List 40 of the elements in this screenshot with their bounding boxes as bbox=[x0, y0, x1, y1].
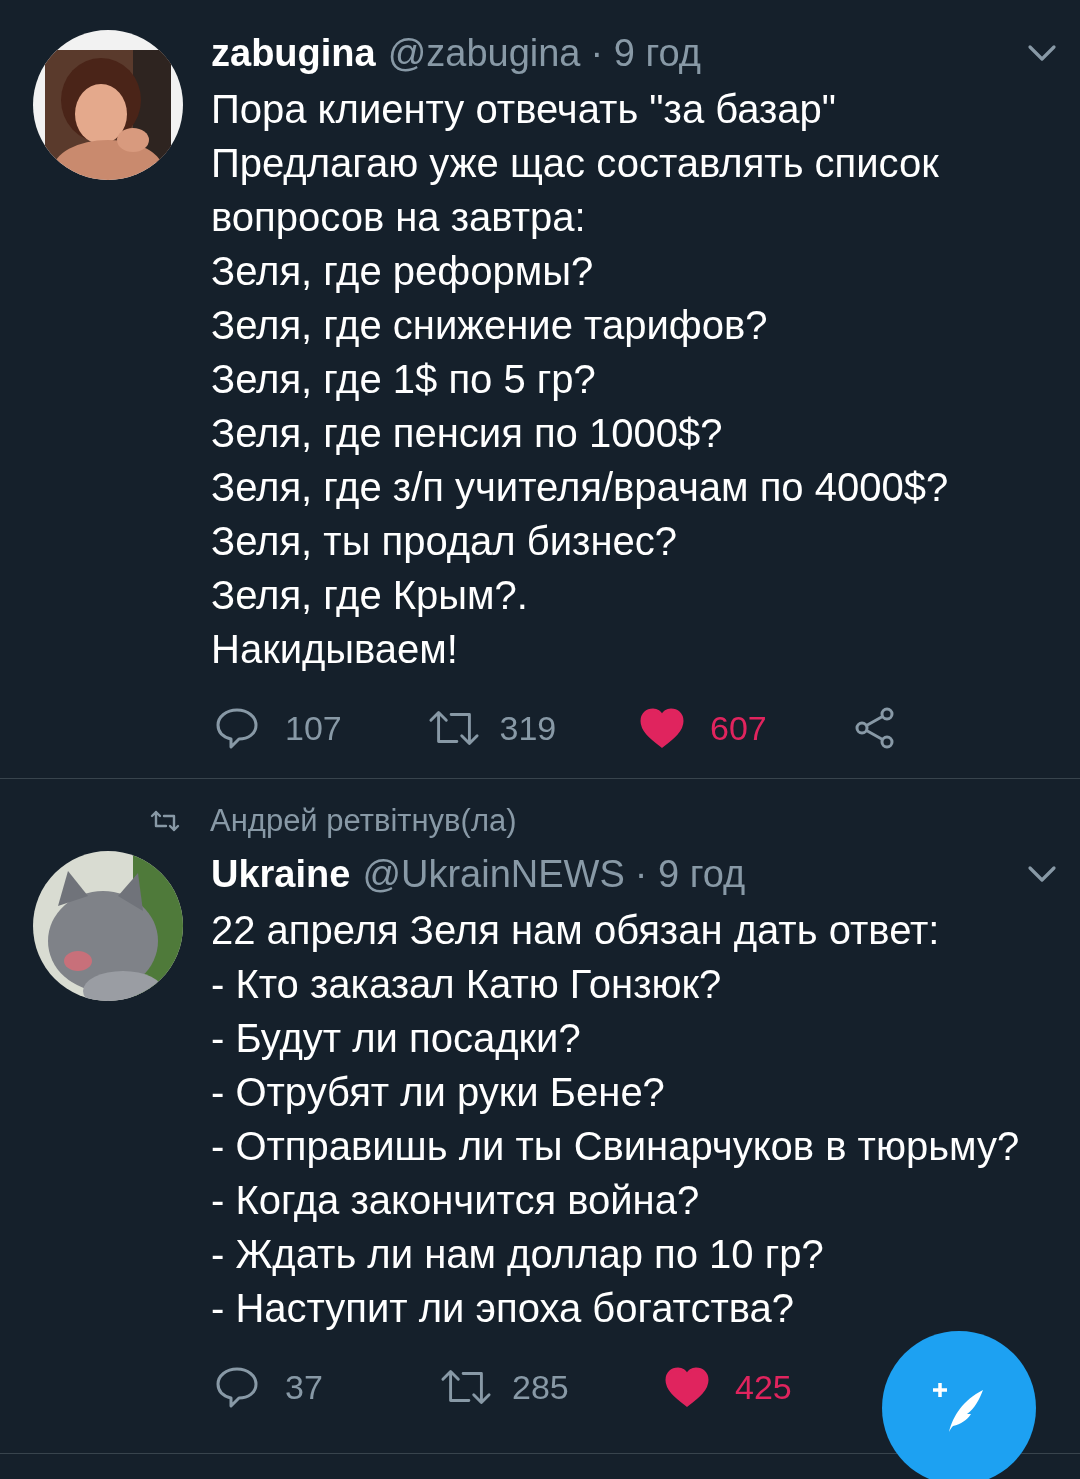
tweet-text: - Когда закончится война? bbox=[211, 1177, 701, 1224]
tweet-text: Зеля, где реформы? bbox=[211, 248, 595, 295]
tweet-text: - Ждать ли нам доллар по 10 гр? bbox=[211, 1231, 825, 1278]
tweet-text: Предлагаю уже щас составлять список вопросов на завтра: bbox=[211, 140, 940, 241]
tweet-time: · 9 год bbox=[634, 852, 746, 896]
retweet-icon[interactable] bbox=[427, 708, 480, 748]
tweet-text: Зеля, где снижение тарифов? bbox=[211, 302, 769, 349]
retweet-count: 319 bbox=[499, 708, 557, 748]
user-handle: @zabugina bbox=[387, 31, 581, 75]
user-name[interactable]: Ukraine bbox=[211, 852, 351, 896]
tweet-text: Зеля, ты продал бизнес? bbox=[211, 518, 678, 565]
tweet-text: - Кто заказал Катю Гонзюк? bbox=[211, 961, 723, 1008]
user-name[interactable]: zabugina bbox=[211, 31, 376, 75]
retweet-label: Андрей ретвітнув(ла) bbox=[210, 803, 517, 839]
chevron-down-icon[interactable] bbox=[1027, 44, 1057, 62]
heart-icon[interactable] bbox=[640, 706, 684, 750]
tweet-text: 22 апреля Зеля нам обязан дать ответ: bbox=[211, 907, 941, 954]
reply-count: 107 bbox=[285, 708, 342, 748]
reply-icon[interactable] bbox=[215, 706, 259, 750]
reply-icon[interactable] bbox=[215, 1365, 259, 1409]
tweet-text: Накидываем! bbox=[211, 626, 459, 673]
tweet-text: Пора клиенту отвечать "за базар" bbox=[211, 86, 838, 133]
retweet-count: 285 bbox=[512, 1367, 569, 1407]
like-count: 425 bbox=[735, 1367, 792, 1407]
heart-icon[interactable] bbox=[665, 1365, 709, 1409]
tweet-text: - Отправишь ли ты Свинарчуков в тюрьму? bbox=[211, 1123, 1021, 1170]
tweet-text: - Будут ли посадки? bbox=[211, 1015, 582, 1062]
reply-count: 37 bbox=[285, 1367, 323, 1407]
user-handle: @UkrainNEWS bbox=[362, 852, 625, 896]
chevron-down-icon[interactable] bbox=[1027, 865, 1057, 883]
tweet-text: Зеля, где з/п учителя/врачам по 4000$? bbox=[211, 464, 950, 511]
tweet-text: Зеля, где пенсия по 1000$? bbox=[211, 410, 724, 457]
retweet-icon[interactable] bbox=[440, 1367, 492, 1407]
tweet-time: · 9 год bbox=[590, 31, 701, 75]
tweet-text: - Отрубят ли руки Бене? bbox=[211, 1069, 666, 1116]
tweet-text: - Наступит ли эпоха богатства? bbox=[211, 1285, 796, 1332]
tweet-text: Зеля, где Крым?. bbox=[211, 572, 529, 619]
retweet-icon bbox=[148, 809, 182, 833]
like-count: 607 bbox=[710, 708, 767, 748]
tweet-text: Зеля, где 1$ по 5 гр? bbox=[211, 356, 597, 403]
